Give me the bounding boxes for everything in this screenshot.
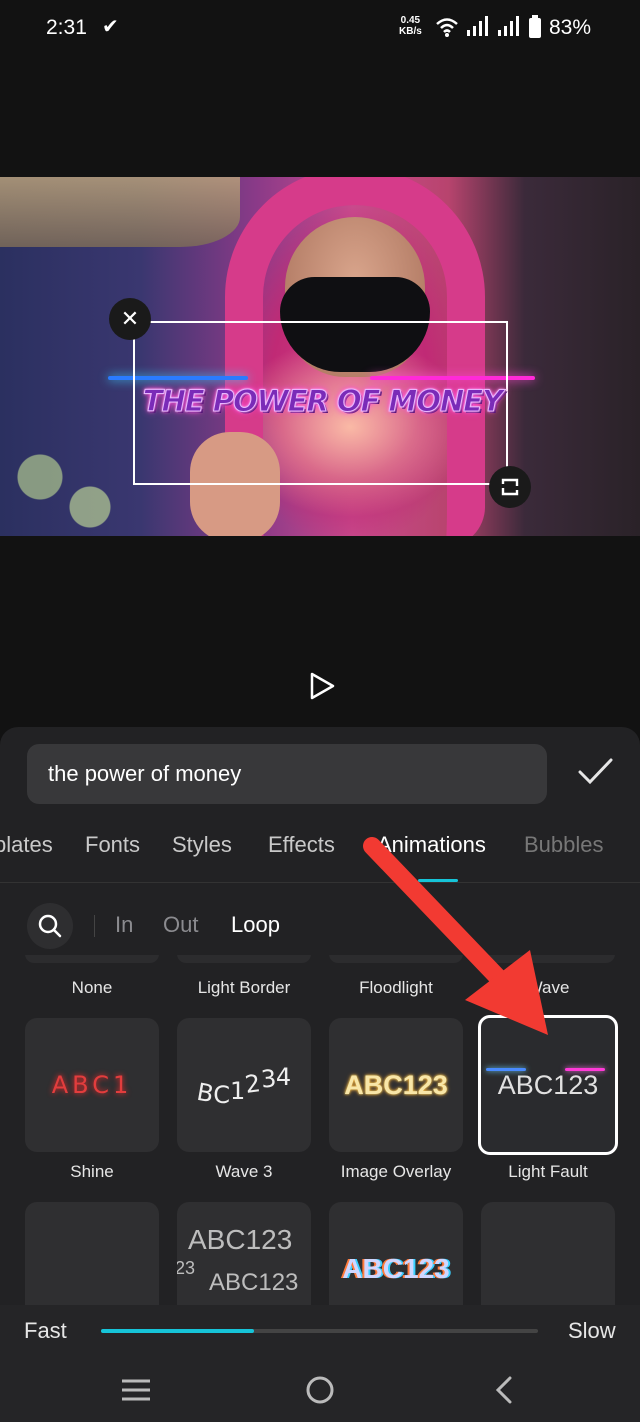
preview-title-text[interactable]: THE POWER OF MONEY [140, 384, 505, 419]
background-fabric [0, 177, 240, 247]
tab-styles[interactable]: Styles [172, 832, 232, 858]
back-button[interactable] [484, 1370, 524, 1410]
home-circle-icon [306, 1376, 334, 1404]
tab-fonts[interactable]: Fonts [85, 832, 140, 858]
animation-preview-text: ABC123 [497, 1069, 599, 1100]
network-speed: 0.45 KB/s [399, 15, 422, 37]
animation-label: Image Overlay [340, 1162, 452, 1181]
search-icon [38, 914, 62, 938]
animation-tile-image-overlay[interactable]: ABC123 [329, 1018, 463, 1152]
animation-tile-blur[interactable]: ABC123 [329, 1202, 463, 1305]
search-button[interactable] [27, 903, 73, 949]
animation-tile-floodlight[interactable] [329, 955, 463, 963]
check-icon[interactable] [575, 751, 615, 791]
animation-preview-text: 23 [177, 1258, 196, 1278]
animation-label: None [71, 978, 113, 997]
animation-preview-text: ABC123 [209, 1269, 299, 1296]
filter-out[interactable]: Out [163, 912, 198, 938]
tab-bubbles[interactable]: Bubbles [524, 832, 604, 858]
animation-label: Shine [70, 1162, 114, 1181]
signal-icon [467, 16, 488, 36]
speed-slow-label: Slow [568, 1318, 616, 1343]
filter-in[interactable]: In [115, 912, 133, 938]
signal-icon [498, 16, 519, 36]
system-nav-bar [0, 1357, 640, 1422]
tab-effects[interactable]: Effects [268, 832, 335, 858]
back-chevron-icon [495, 1376, 512, 1404]
wifi-icon [436, 18, 458, 37]
recents-button[interactable] [116, 1370, 156, 1410]
menu-icon [122, 1379, 150, 1401]
battery-percent: 83% [549, 16, 592, 39]
tab-animations[interactable]: Animations [377, 832, 486, 858]
animation-label: Wave [526, 978, 570, 997]
active-tab-indicator [418, 879, 458, 882]
neon-accent [565, 1068, 605, 1071]
animation-preview-text: BC1234 [195, 1063, 292, 1109]
animation-label: Wave 3 [215, 1162, 273, 1181]
animation-tile-shine[interactable]: ABC1 [25, 1018, 159, 1152]
speed-slider-bar: Fast Slow [0, 1305, 640, 1357]
animation-preview-text: ABC123 [188, 1224, 293, 1255]
animation-tile-none[interactable] [25, 955, 159, 963]
play-icon[interactable] [307, 671, 337, 701]
neon-accent [486, 1068, 526, 1071]
animation-label: Floodlight [359, 978, 433, 997]
tab-templates[interactable]: plates [0, 832, 53, 858]
tab-bar: plates Fonts Styles Effects Animations B… [0, 825, 640, 883]
home-button[interactable] [300, 1370, 340, 1410]
animation-tile-wave-3[interactable]: BC1234 [177, 1018, 311, 1152]
animation-tile-wave[interactable] [481, 955, 615, 963]
battery-icon [529, 15, 541, 38]
animation-preview-text: ABC123 [342, 1253, 450, 1284]
animation-filter-bar: In Out Loop [0, 897, 640, 953]
animation-tile-light-fault[interactable]: ABC123 [478, 1015, 618, 1155]
wave-char: 3 [259, 1064, 278, 1094]
text-input-field[interactable] [27, 744, 547, 804]
status-bar: 2:31 ✔ 0.45 KB/s 83% [0, 0, 640, 56]
background-flowers [0, 437, 120, 536]
close-icon[interactable]: ✕ [109, 298, 151, 340]
speed-slider[interactable] [101, 1329, 538, 1333]
speed-fast-label: Fast [24, 1318, 67, 1343]
wave-char: 1 [230, 1077, 246, 1105]
divider [94, 915, 95, 937]
animation-label: Light Border [197, 978, 291, 997]
speed-slider-fill [101, 1329, 254, 1333]
animation-preview-text: ABC123 [344, 1069, 448, 1100]
animation-preview-text: ABC1 [51, 1071, 133, 1099]
animation-label: Light Fault [508, 1162, 588, 1181]
check-notification-icon: ✔ [102, 16, 119, 38]
animation-grid: None Light Border Floodlight Wave ABC1 B… [0, 955, 640, 1305]
animation-tile-light-border[interactable] [177, 955, 311, 963]
filter-loop[interactable]: Loop [231, 912, 280, 938]
wave-char: C [213, 1081, 231, 1109]
clock: 2:31 [46, 16, 87, 39]
wave-char: 4 [275, 1063, 292, 1091]
rotate-scale-icon[interactable] [489, 466, 531, 508]
animation-tile-blank[interactable] [481, 1202, 615, 1305]
animation-tile-duplicate[interactable]: ABC123 23 ABC123 [177, 1202, 311, 1305]
animation-tile-blank[interactable] [25, 1202, 159, 1305]
